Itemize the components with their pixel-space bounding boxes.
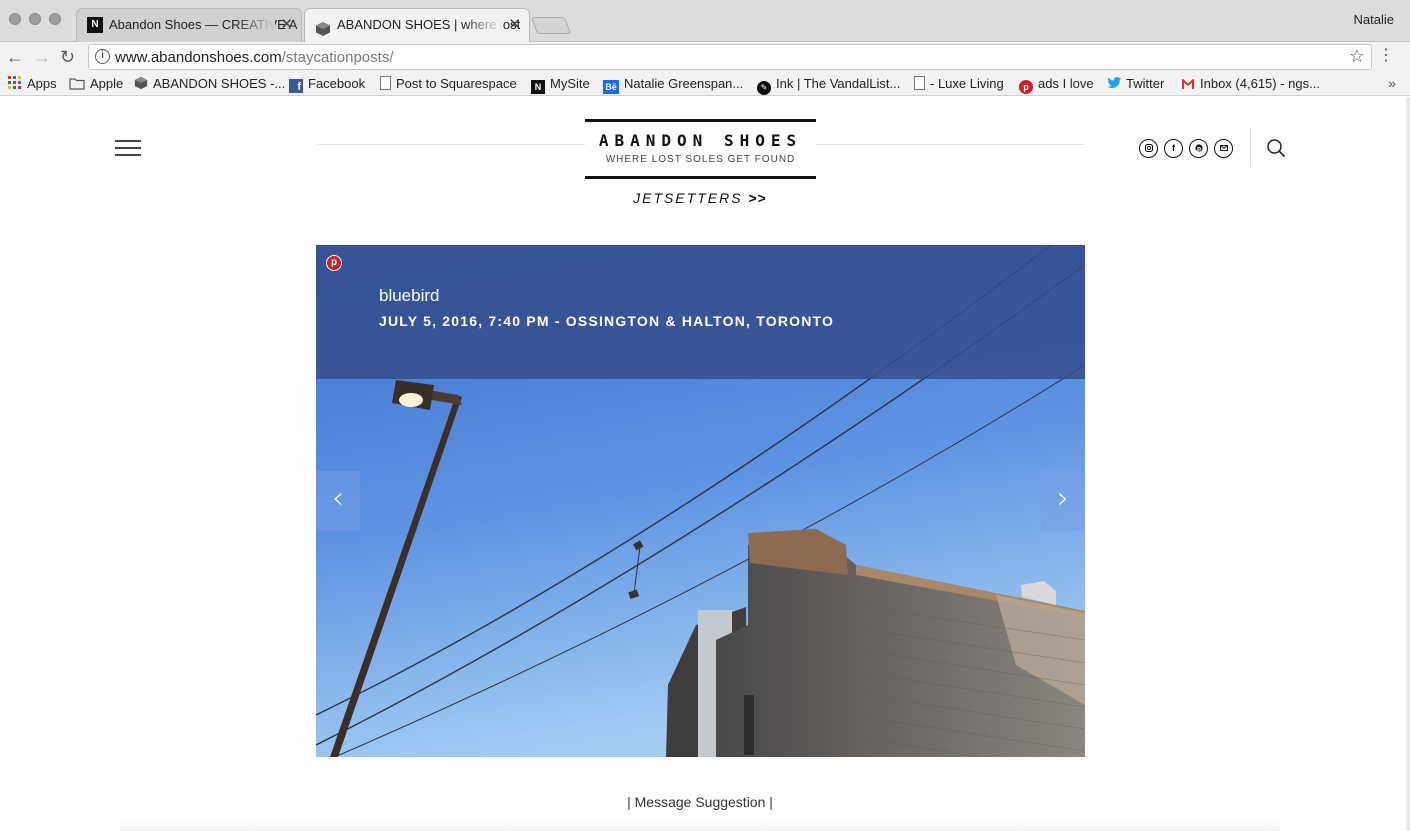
post-title: bluebird — [379, 286, 440, 305]
web-page: ABANDON SHOES WHERE LOST SOLES GET FOUND… — [0, 97, 1406, 831]
ink-icon: ✎ — [757, 81, 771, 95]
menu-dots-icon[interactable]: ⋮ — [1378, 47, 1394, 65]
forward-arrow-icon[interactable]: → — [33, 47, 51, 67]
apps-grid-icon — [8, 76, 22, 90]
cube-icon — [134, 76, 148, 90]
tab-abandon-shoes[interactable]: ABANDON SHOES | where lost ✕ — [304, 8, 530, 43]
site-tagline: WHERE LOST SOLES GET FOUND — [605, 154, 796, 165]
previous-slide-button[interactable]: ‹ — [316, 471, 360, 531]
n-logo-icon: N — [531, 80, 545, 94]
post-meta: JULY 5, 2016, 7:40 PM - OSSINGTON & HALT… — [379, 313, 835, 329]
zoom-window-button[interactable] — [49, 13, 61, 25]
gmail-icon — [1181, 78, 1195, 92]
pinterest-save-icon[interactable]: p — [326, 255, 342, 271]
info-icon[interactable]: i — [95, 49, 110, 64]
bookmark-apps[interactable]: Apps — [8, 76, 57, 91]
twitter-icon — [1107, 76, 1122, 90]
bookmark-mysite[interactable]: N MySite — [531, 76, 590, 94]
hamburger-menu-icon[interactable] — [115, 140, 141, 156]
page-icon — [380, 76, 391, 90]
reload-icon[interactable]: ↻ — [60, 47, 75, 67]
minimize-window-button[interactable] — [29, 13, 41, 25]
new-tab-button[interactable] — [530, 17, 572, 34]
site-logo[interactable]: ABANDON SHOES WHERE LOST SOLES GET FOUND — [585, 119, 816, 179]
close-tab-icon[interactable]: ✕ — [508, 9, 521, 41]
profile-name[interactable]: Natalie — [1354, 12, 1394, 27]
bookmark-star-icon[interactable]: ☆ — [1349, 46, 1365, 67]
behance-icon: Bē — [603, 80, 619, 94]
bookmark-post-to-squarespace[interactable]: Post to Squarespace — [380, 76, 517, 91]
header-vertical-divider — [1250, 127, 1251, 167]
search-icon[interactable] — [1266, 138, 1286, 158]
svg-text:p: p — [1196, 146, 1201, 153]
email-icon[interactable] — [1214, 139, 1233, 158]
back-arrow-icon[interactable]: ← — [6, 47, 24, 67]
bookmark-facebook[interactable]: f Facebook — [289, 76, 365, 93]
pinterest-icon[interactable]: p — [1189, 139, 1208, 158]
browser-toolbar: ← → ↻ i www.abandonshoes.com/staycationp… — [0, 42, 1410, 72]
browser-titlebar: N Abandon Shoes — CREATIVE A ✕ ABANDON S… — [0, 0, 1410, 43]
footer-shadow — [120, 819, 1280, 831]
bookmark-abandon-shoes[interactable]: ABANDON SHOES -... — [134, 76, 285, 91]
bookmark-luxe-living[interactable]: - Luxe Living — [914, 76, 1004, 91]
bookmark-ads-i-love[interactable]: p ads I love — [1019, 76, 1094, 94]
post-slideshow[interactable]: bluebird JULY 5, 2016, 7:40 PM - OSSINGT… — [316, 245, 1085, 757]
pinterest-icon: p — [1019, 80, 1033, 94]
page-scrollbar[interactable] — [1406, 97, 1410, 831]
bookmark-natalie-greenspan[interactable]: Bē Natalie Greenspan... — [603, 76, 743, 94]
bookmark-inbox[interactable]: Inbox (4,615) - ngs... — [1181, 76, 1320, 92]
next-slide-button[interactable]: › — [1041, 471, 1085, 531]
post-caption: bluebird JULY 5, 2016, 7:40 PM - OSSINGT… — [316, 245, 1085, 379]
bookmark-twitter[interactable]: Twitter — [1107, 76, 1164, 91]
facebook-icon[interactable]: f — [1164, 139, 1183, 158]
more-bookmarks-icon[interactable]: » — [1388, 75, 1396, 91]
bookmark-ink-vandallist[interactable]: ✎ Ink | The VandalList... — [757, 76, 900, 95]
url-text[interactable]: www.abandonshoes.com/staycationposts/ — [115, 49, 394, 66]
facebook-icon: f — [289, 79, 303, 93]
nav-jetsetters-link[interactable]: JETSETTERS >> — [0, 190, 1400, 206]
tab-creative[interactable]: N Abandon Shoes — CREATIVE A ✕ — [76, 8, 302, 42]
bookmark-apple[interactable]: Apple — [69, 76, 123, 91]
site-brand: ABANDON SHOES — [598, 131, 803, 150]
close-window-button[interactable] — [9, 13, 21, 25]
instagram-icon[interactable] — [1139, 139, 1158, 158]
bookmarks-bar: Apps Apple ABANDON SHOES -... f Facebook … — [0, 72, 1410, 96]
folder-icon — [69, 76, 85, 90]
page-icon — [914, 76, 925, 90]
message-suggestion-link[interactable]: | Message Suggestion | — [0, 794, 1400, 810]
address-bar[interactable]: i www.abandonshoes.com/staycationposts/ … — [88, 44, 1372, 70]
cube-icon — [315, 17, 331, 36]
n-logo-icon: N — [87, 17, 103, 33]
close-tab-icon[interactable]: ✕ — [280, 9, 293, 41]
